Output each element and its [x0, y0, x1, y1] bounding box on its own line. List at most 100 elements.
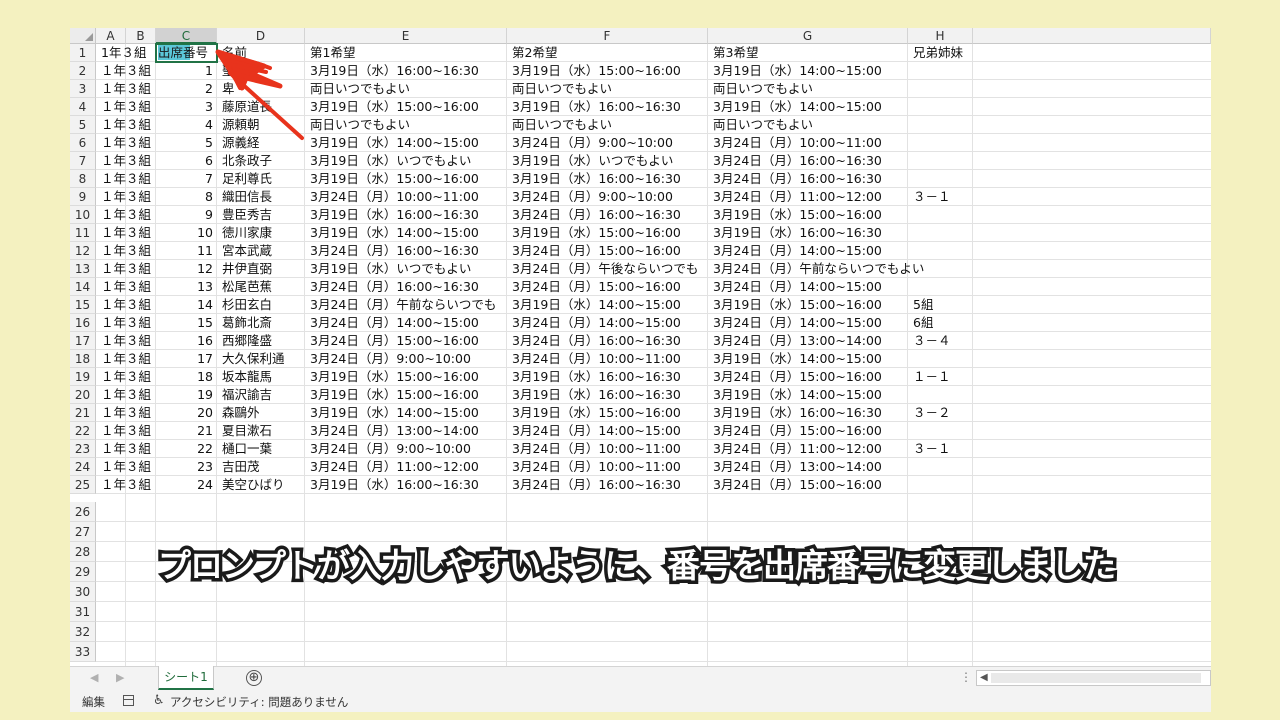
- cell-f-24[interactable]: 3月24日（月）10:00~11:00: [512, 458, 681, 476]
- accessibility-icon[interactable]: ♿: [153, 693, 165, 708]
- cell-d-5[interactable]: 源頼朝: [222, 116, 260, 134]
- cell-g-6[interactable]: 3月24日（月）10:00~11:00: [713, 134, 882, 152]
- cell-f-2[interactable]: 3月19日（水）15:00~16:00: [512, 62, 681, 80]
- cell-e-22[interactable]: 3月24日（月）13:00~14:00: [310, 422, 479, 440]
- row-header-32[interactable]: 32: [70, 622, 96, 642]
- cell-d-18[interactable]: 大久保利通: [222, 350, 285, 368]
- cell-g-25[interactable]: 3月24日（月）15:00~16:00: [713, 476, 882, 494]
- cell-g-1[interactable]: 第3希望: [713, 44, 758, 62]
- cell-d-6[interactable]: 源義経: [222, 134, 260, 152]
- row-header-21[interactable]: 21: [70, 404, 96, 422]
- cell-d-11[interactable]: 徳川家康: [222, 224, 272, 242]
- cell-e-23[interactable]: 3月24日（月）9:00~10:00: [310, 440, 471, 458]
- row-header-16[interactable]: 16: [70, 314, 96, 332]
- cell-g-14[interactable]: 3月24日（月）14:00~15:00: [713, 278, 882, 296]
- row-header-22[interactable]: 22: [70, 422, 96, 440]
- cell-c-11[interactable]: 10: [156, 224, 213, 242]
- cell-c-21[interactable]: 20: [156, 404, 213, 422]
- cell-h-17[interactable]: ３－４: [913, 332, 951, 350]
- cell-h-21[interactable]: ３－２: [913, 404, 951, 422]
- cell-d-21[interactable]: 森鷗外: [222, 404, 260, 422]
- cell-f-23[interactable]: 3月24日（月）10:00~11:00: [512, 440, 681, 458]
- sheet-stats-icon[interactable]: [123, 695, 134, 706]
- cell-c-18[interactable]: 17: [156, 350, 213, 368]
- row-header-6[interactable]: 6: [70, 134, 96, 152]
- cell-d-9[interactable]: 織田信長: [222, 188, 272, 206]
- cell-e-14[interactable]: 3月24日（月）16:00~16:30: [310, 278, 479, 296]
- cell-a-11[interactable]: １年３組: [101, 224, 151, 242]
- cell-d-10[interactable]: 豊臣秀吉: [222, 206, 272, 224]
- cell-a-21[interactable]: １年３組: [101, 404, 151, 422]
- cell-e-25[interactable]: 3月19日（水）16:00~16:30: [310, 476, 479, 494]
- cell-g-13[interactable]: 3月24日（月）午前ならいつでもよい: [713, 260, 924, 278]
- cell-c-16[interactable]: 15: [156, 314, 213, 332]
- cell-e-13[interactable]: 3月19日（水）いつでもよい: [310, 260, 471, 278]
- cell-f-25[interactable]: 3月24日（月）16:00~16:30: [512, 476, 681, 494]
- cell-c-24[interactable]: 23: [156, 458, 213, 476]
- cell-e-19[interactable]: 3月19日（水）15:00~16:00: [310, 368, 479, 386]
- row-header-29[interactable]: 29: [70, 562, 96, 582]
- scrollbar-thumb[interactable]: [991, 673, 1201, 683]
- cell-d-12[interactable]: 宮本武蔵: [222, 242, 272, 260]
- cell-c-9[interactable]: 8: [156, 188, 213, 206]
- row-header-27[interactable]: 27: [70, 522, 96, 542]
- cell-g-12[interactable]: 3月24日（月）14:00~15:00: [713, 242, 882, 260]
- cell-c-25[interactable]: 24: [156, 476, 213, 494]
- cell-c-20[interactable]: 19: [156, 386, 213, 404]
- cell-f-13[interactable]: 3月24日（月）午後ならいつでも: [512, 260, 698, 278]
- cell-c-4[interactable]: 3: [156, 98, 213, 116]
- cell-g-19[interactable]: 3月24日（月）15:00~16:00: [713, 368, 882, 386]
- cell-f-3[interactable]: 両日いつでもよい: [512, 80, 612, 98]
- cell-d-20[interactable]: 福沢諭吉: [222, 386, 272, 404]
- cell-g-15[interactable]: 3月19日（水）15:00~16:00: [713, 296, 882, 314]
- cell-a-15[interactable]: １年３組: [101, 296, 151, 314]
- cell-a-22[interactable]: １年３組: [101, 422, 151, 440]
- cell-f-21[interactable]: 3月19日（水）15:00~16:00: [512, 404, 681, 422]
- cell-f-5[interactable]: 両日いつでもよい: [512, 116, 612, 134]
- row-header-15[interactable]: 15: [70, 296, 96, 314]
- row-header-9[interactable]: 9: [70, 188, 96, 206]
- row-header-5[interactable]: 5: [70, 116, 96, 134]
- cell-e-5[interactable]: 両日いつでもよい: [310, 116, 410, 134]
- cell-a-12[interactable]: １年３組: [101, 242, 151, 260]
- cell-g-7[interactable]: 3月24日（月）16:00~16:30: [713, 152, 882, 170]
- cell-g-8[interactable]: 3月24日（月）16:00~16:30: [713, 170, 882, 188]
- row-header-26[interactable]: 26: [70, 502, 96, 522]
- cell-d-3[interactable]: 卑: [222, 80, 235, 98]
- cell-a-16[interactable]: １年３組: [101, 314, 151, 332]
- cell-d-16[interactable]: 葛飾北斎: [222, 314, 272, 332]
- cell-d-17[interactable]: 西郷隆盛: [222, 332, 272, 350]
- cell-f-8[interactable]: 3月19日（水）16:00~16:30: [512, 170, 681, 188]
- cell-d-1[interactable]: 名前: [222, 44, 247, 62]
- row-header-2[interactable]: 2: [70, 62, 96, 80]
- cell-a-7[interactable]: １年３組: [101, 152, 151, 170]
- cell-a-17[interactable]: １年３組: [101, 332, 151, 350]
- cell-d-23[interactable]: 樋口一葉: [222, 440, 272, 458]
- cell-a-14[interactable]: １年３組: [101, 278, 151, 296]
- cell-g-24[interactable]: 3月24日（月）13:00~14:00: [713, 458, 882, 476]
- row-header-14[interactable]: 14: [70, 278, 96, 296]
- cell-e-10[interactable]: 3月19日（水）16:00~16:30: [310, 206, 479, 224]
- cell-e-1[interactable]: 第1希望: [310, 44, 355, 62]
- cell-a-3[interactable]: １年３組: [101, 80, 151, 98]
- cell-c-14[interactable]: 13: [156, 278, 213, 296]
- cell-g-22[interactable]: 3月24日（月）15:00~16:00: [713, 422, 882, 440]
- cell-c-23[interactable]: 22: [156, 440, 213, 458]
- row-header-18[interactable]: 18: [70, 350, 96, 368]
- cell-f-15[interactable]: 3月19日（水）14:00~15:00: [512, 296, 681, 314]
- cell-f-16[interactable]: 3月24日（月）14:00~15:00: [512, 314, 681, 332]
- row-header-11[interactable]: 11: [70, 224, 96, 242]
- add-sheet-icon[interactable]: ⊕: [246, 670, 262, 686]
- cell-a-25[interactable]: １年３組: [101, 476, 151, 494]
- scroll-left-icon[interactable]: ◀: [980, 672, 988, 683]
- cell-f-9[interactable]: 3月24日（月）9:00~10:00: [512, 188, 673, 206]
- row-header-3[interactable]: 3: [70, 80, 96, 98]
- cell-f-7[interactable]: 3月19日（水）いつでもよい: [512, 152, 673, 170]
- cell-e-12[interactable]: 3月24日（月）16:00~16:30: [310, 242, 479, 260]
- cell-f-20[interactable]: 3月19日（水）16:00~16:30: [512, 386, 681, 404]
- cell-c-12[interactable]: 11: [156, 242, 213, 260]
- cell-e-2[interactable]: 3月19日（水）16:00~16:30: [310, 62, 479, 80]
- cell-d-8[interactable]: 足利尊氏: [222, 170, 272, 188]
- row-header-24[interactable]: 24: [70, 458, 96, 476]
- cell-a-2[interactable]: １年３組: [101, 62, 151, 80]
